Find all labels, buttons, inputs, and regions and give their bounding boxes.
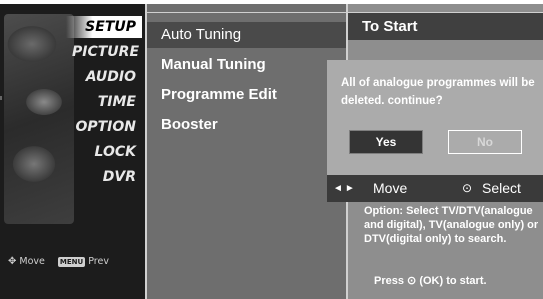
submenu-item-programme-edit[interactable]: Programme Edit bbox=[147, 82, 347, 108]
confirm-dialog: All of analogue programmes will be delet… bbox=[327, 60, 543, 202]
yes-button[interactable]: Yes bbox=[349, 130, 423, 154]
option-description: Option: Select TV/DTV(analogue and digit… bbox=[364, 205, 539, 245]
menu-item-lock[interactable]: LOCK bbox=[72, 141, 142, 163]
dialog-select-label: Select bbox=[482, 180, 521, 196]
menu-icons-image bbox=[4, 14, 74, 224]
submenu-item-booster[interactable]: Booster bbox=[147, 112, 347, 138]
submenu-item-auto-tuning[interactable]: Auto Tuning bbox=[147, 22, 347, 48]
menu-item-time[interactable]: TIME bbox=[72, 91, 142, 113]
left-right-arrows-icon: ◄► bbox=[333, 183, 357, 194]
press-instruction: Press ⊙ (OK) to start. bbox=[374, 274, 487, 287]
menu-item-audio[interactable]: AUDIO bbox=[72, 66, 142, 88]
dialog-footer: ◄► Move ⊙ Select bbox=[327, 175, 543, 202]
ok-icon: ⊙ bbox=[407, 275, 417, 287]
panel-title: To Start bbox=[348, 13, 543, 40]
submenu-header-bar bbox=[147, 4, 347, 13]
menu-footer: ✥ Move MENU Prev bbox=[8, 256, 145, 267]
footer-prev-label: Prev bbox=[88, 256, 109, 267]
press-prefix: Press bbox=[374, 275, 404, 287]
move-icon: ✥ bbox=[8, 256, 17, 267]
main-menu: SETUP PICTURE AUDIO TIME OPTION LOCK DVR… bbox=[0, 8, 145, 299]
submenu-panel: Auto Tuning Manual Tuning Programme Edit… bbox=[145, 4, 347, 299]
dialog-body: All of analogue programmes will be delet… bbox=[327, 60, 543, 175]
menu-item-option[interactable]: OPTION bbox=[72, 116, 142, 138]
no-button[interactable]: No bbox=[448, 130, 522, 154]
dialog-move-label: Move bbox=[373, 180, 408, 196]
footer-move-label: Move bbox=[19, 256, 45, 267]
menu-item-dvr[interactable]: DVR bbox=[72, 166, 142, 188]
press-suffix: (OK) to start. bbox=[419, 275, 487, 287]
dialog-message: All of analogue programmes will be delet… bbox=[341, 77, 535, 107]
menu-key-icon: MENU bbox=[57, 256, 86, 267]
menu-item-picture[interactable]: PICTURE bbox=[72, 41, 142, 63]
ok-select-icon: ⊙ bbox=[462, 181, 473, 195]
tv-screen: SETUP PICTURE AUDIO TIME OPTION LOCK DVR… bbox=[0, 4, 543, 299]
menu-item-setup[interactable]: SETUP bbox=[66, 16, 142, 38]
panel-header-bar bbox=[348, 4, 543, 13]
submenu-item-manual-tuning[interactable]: Manual Tuning bbox=[147, 52, 347, 78]
